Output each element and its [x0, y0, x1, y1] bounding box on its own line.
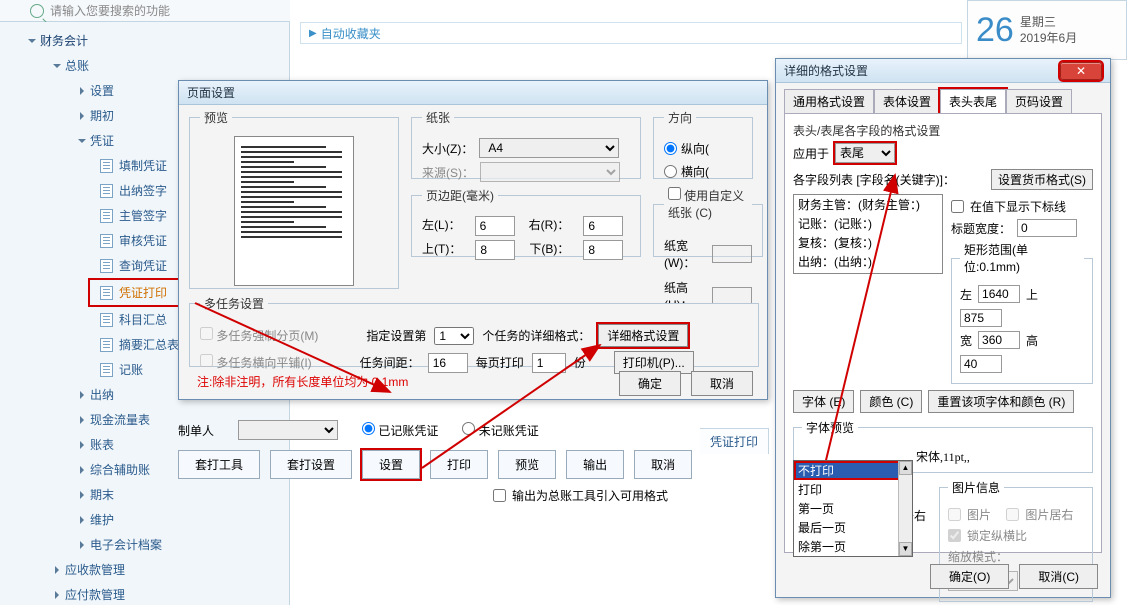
btn-cancel[interactable]: 取消: [634, 450, 692, 479]
detail-ok-button[interactable]: 确定(O): [930, 564, 1009, 589]
paper-source-select: [480, 162, 620, 182]
dd-opt-print[interactable]: 打印: [794, 480, 912, 499]
tab-body[interactable]: 表体设置: [874, 89, 940, 113]
nav-weihu[interactable]: 维护: [0, 507, 289, 532]
horiz-tile-check[interactable]: 多任务横向平铺(I): [200, 354, 312, 371]
posted-radio[interactable]: 已记账凭证: [362, 422, 438, 439]
maker-label: 制单人: [178, 422, 214, 439]
tab-header-footer[interactable]: 表头表尾: [940, 89, 1006, 113]
margin-top[interactable]: [475, 240, 515, 260]
custom-paper-group: 使用自定义纸张 (C) 纸宽(W)： 纸高(H)：: [653, 187, 763, 257]
export-format-check[interactable]: [493, 489, 506, 502]
btn-settings[interactable]: 设置: [362, 450, 420, 479]
is-picture-check[interactable]: 图片 图片居右: [948, 506, 1084, 523]
unposted-radio[interactable]: 未记账凭证: [462, 422, 538, 439]
section-heading: 表头/表尾各字段的格式设置: [793, 122, 1093, 139]
underline-check[interactable]: 在值下显示下标线: [951, 198, 1093, 215]
multitask-group: 多任务设置 多任务强制分页(M) 指定设置第 1 个任务的详细格式： 详细格式设…: [189, 295, 759, 367]
search-icon: [30, 4, 44, 18]
color-button[interactable]: 颜色 (C): [860, 390, 922, 413]
list-item[interactable]: 财务主管：(财务主管：): [794, 195, 942, 214]
paper-group: 纸张 大小(Z)： A4 来源(S)：: [411, 109, 641, 179]
font-button[interactable]: 字体 (E): [793, 390, 854, 413]
rect-top[interactable]: [960, 309, 1002, 327]
date-ym: 2019年6月: [1020, 30, 1077, 46]
rect-left[interactable]: [978, 285, 1020, 303]
margin-right[interactable]: [583, 216, 623, 236]
rect-group: 矩形范围(单位:0.1mm) 左 上 宽 高: [951, 241, 1093, 384]
reset-font-button[interactable]: 重置该项字体和颜色 (R): [928, 390, 1074, 413]
scroll-up-icon[interactable]: ▲: [899, 461, 912, 475]
nav-yingfu[interactable]: 应付款管理: [0, 582, 289, 605]
task-number-select[interactable]: 1: [434, 327, 474, 345]
detail-cancel-button[interactable]: 取消(C): [1019, 564, 1098, 589]
tab-pageno[interactable]: 页码设置: [1006, 89, 1072, 113]
tab-general[interactable]: 通用格式设置: [784, 89, 874, 113]
date-weekday: 星期三: [1020, 14, 1077, 30]
page-setup-ok[interactable]: 确定: [619, 371, 681, 396]
page-setup-dialog: 页面设置 预览 纸张 大小(Z)： A4 来源(S)： 页边距(毫米) 左(L)…: [178, 80, 768, 400]
btn-print[interactable]: 打印: [430, 450, 488, 479]
dd-opt-noprint[interactable]: 不打印: [794, 461, 912, 480]
fields-listbox[interactable]: 财务主管：(财务主管：) 记账：(记账：) 复核：(复核：) 出纳：(出纳：) …: [793, 194, 943, 274]
close-button[interactable]: ✕: [1060, 62, 1102, 80]
list-item[interactable]: 记账：(记账：): [794, 214, 942, 233]
dropdown-scrollbar[interactable]: ▲ ▼: [898, 461, 912, 556]
unit-note: 注:除非注明，所有长度单位均为 0.1mm: [197, 373, 408, 390]
lock-ratio-check[interactable]: 锁定纵横比: [948, 527, 1084, 544]
btn-taoda-tool[interactable]: 套打工具: [178, 450, 260, 479]
dd-opt-last[interactable]: 最后一页: [794, 518, 912, 537]
title-width-input[interactable]: [1017, 219, 1077, 237]
btn-taoda-set[interactable]: 套打设置: [270, 450, 352, 479]
nav-dianzikd[interactable]: 电子会计档案: [0, 532, 289, 557]
voucher-print-tab[interactable]: 凭证打印: [700, 428, 769, 454]
preview-group: 预览: [189, 109, 399, 289]
list-item[interactable]: 制单：(制单：): [794, 271, 942, 274]
orientation-group: 方向 纵向( 横向(: [653, 109, 753, 179]
paper-size-select[interactable]: A4: [479, 138, 619, 158]
date-day: 26: [976, 11, 1014, 50]
detail-dialog-title: 详细的格式设置: [784, 62, 868, 79]
margin-left[interactable]: [475, 216, 515, 236]
custom-paper-check[interactable]: [668, 187, 681, 200]
rect-width[interactable]: [978, 331, 1020, 349]
paper-width: [712, 245, 752, 263]
list-item[interactable]: 出纳：(出纳：): [794, 252, 942, 271]
page-setup-cancel[interactable]: 取消: [691, 371, 753, 396]
maker-select[interactable]: [238, 420, 338, 440]
btn-preview[interactable]: 预览: [498, 450, 556, 479]
export-format-label: 输出为总账工具引入可用格式: [512, 487, 668, 504]
margin-group: 页边距(毫米) 左(L)： 右(R)： 上(T)： 下(B)：: [411, 187, 641, 257]
voucher-print-bar: 制单人 已记账凭证 未记账凭证 套打工具 套打设置 设置 打印 预览 输出 取消…: [178, 420, 768, 504]
nav-zongzhang[interactable]: 总账: [0, 53, 289, 78]
apply-to-select[interactable]: 表尾: [835, 143, 895, 163]
list-item[interactable]: 复核：(复核：): [794, 233, 942, 252]
detail-format-button[interactable]: 详细格式设置: [598, 324, 688, 347]
rect-height[interactable]: [960, 355, 1002, 373]
chevron-right-icon: ▶: [309, 28, 317, 39]
dd-opt-except-first[interactable]: 除第一页: [794, 537, 912, 556]
preview-sheet: [234, 136, 354, 286]
margin-bottom[interactable]: [583, 240, 623, 260]
dd-opt-first[interactable]: 第一页: [794, 499, 912, 518]
currency-format-button[interactable]: 设置货币格式(S): [991, 169, 1093, 190]
portrait-radio[interactable]: 纵向(: [664, 140, 742, 157]
force-page-check[interactable]: 多任务强制分页(M): [200, 327, 318, 344]
nav-yingshou[interactable]: 应收款管理: [0, 557, 289, 582]
search-placeholder: 请输入您要搜索的功能: [50, 2, 170, 19]
print-mode-dropdown[interactable]: 不打印 打印 第一页 最后一页 除第一页 ▲ ▼: [793, 460, 913, 557]
date-widget: 26 星期三 2019年6月: [967, 0, 1127, 60]
auto-favorites-bar[interactable]: ▶自动收藏夹: [300, 22, 962, 44]
detail-format-dialog: 详细的格式设置 ✕ 通用格式设置 表体设置 表头表尾 页码设置 表头/表尾各字段…: [775, 58, 1111, 598]
nav-caiwu[interactable]: 财务会计: [0, 28, 289, 53]
per-page[interactable]: [532, 353, 566, 373]
scroll-down-icon[interactable]: ▼: [899, 542, 912, 556]
btn-export[interactable]: 输出: [566, 450, 624, 479]
fields-label: 各字段列表 [字段名(关键字)]：: [793, 171, 955, 188]
task-interval[interactable]: [428, 353, 468, 373]
landscape-radio[interactable]: 横向(: [664, 163, 742, 180]
page-setup-title: 页面设置: [179, 81, 767, 105]
